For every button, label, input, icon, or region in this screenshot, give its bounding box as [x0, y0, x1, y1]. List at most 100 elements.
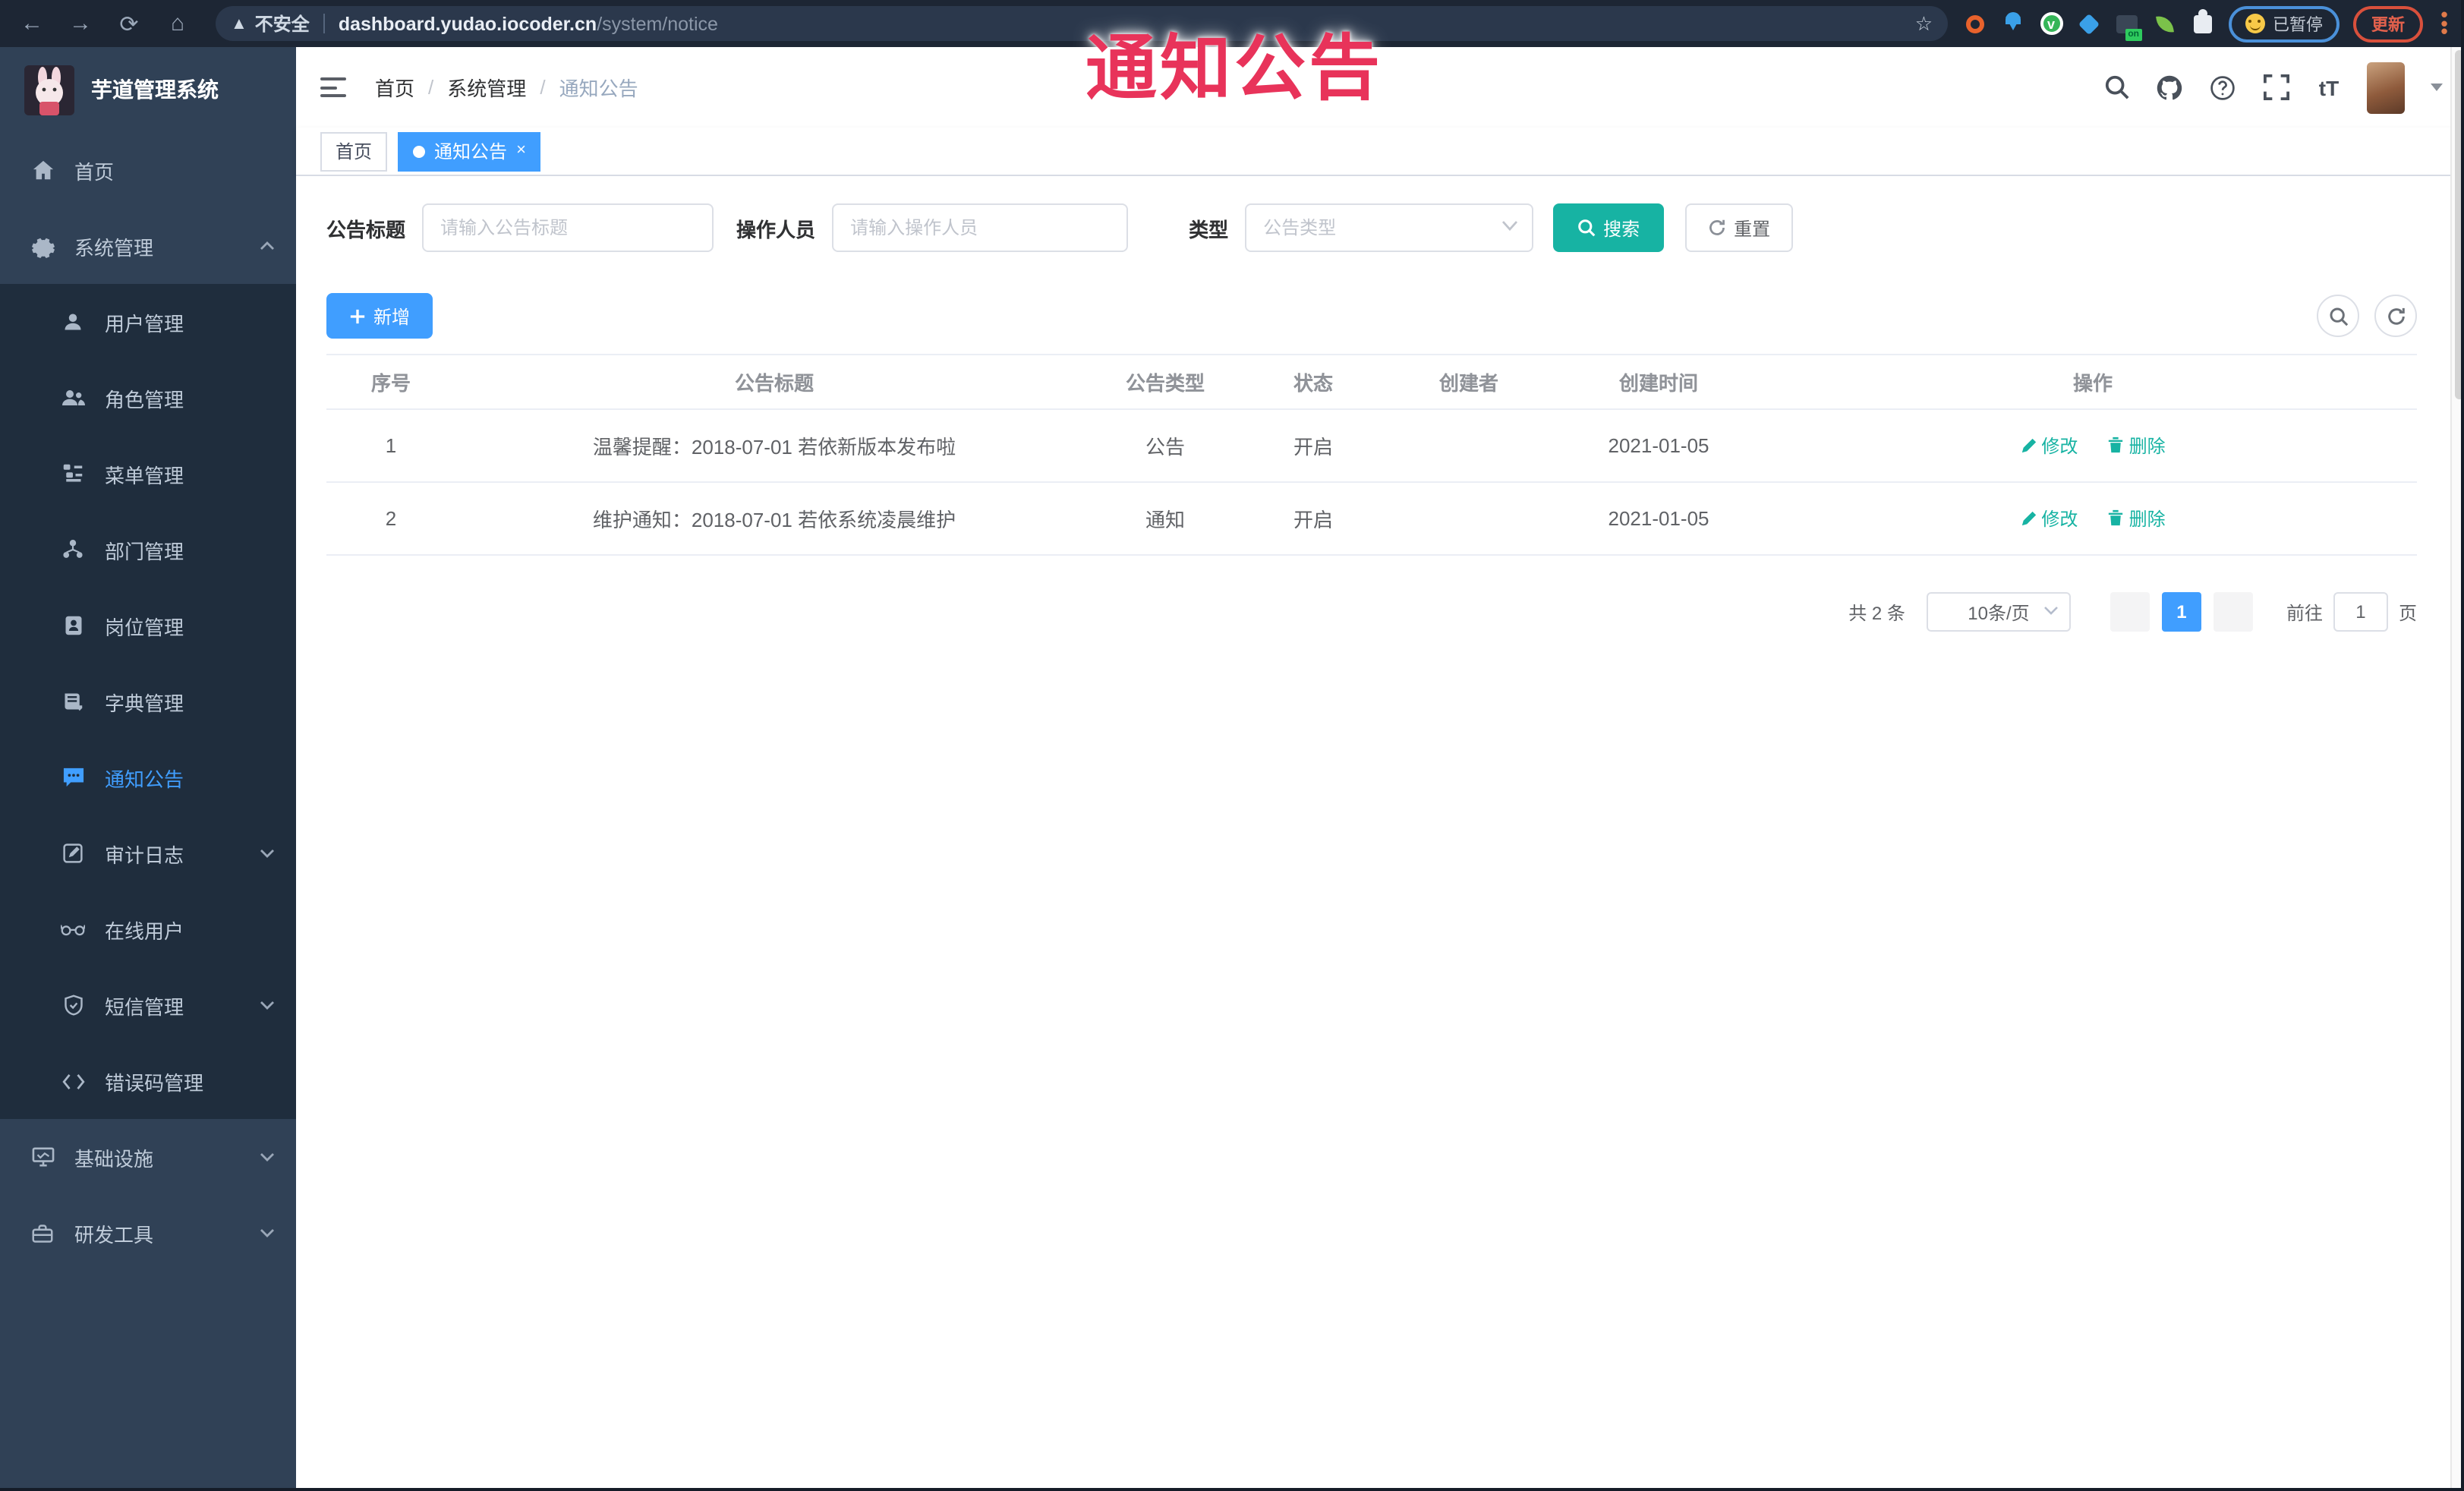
table-header-row: 序号 公告标题 公告类型 状态 创建者 创建时间 操作 — [326, 354, 2417, 410]
operator-input[interactable] — [832, 203, 1129, 252]
sidebar-item-label: 在线用户 — [105, 919, 184, 942]
pencil-icon — [2021, 512, 2036, 526]
chevron-down-icon — [260, 1228, 275, 1237]
cell-type: 公告 — [1145, 436, 1185, 459]
total-count: 共 2 条 — [1848, 602, 1905, 623]
sidebar-item-dev-tools[interactable]: 研发工具 — [0, 1195, 296, 1271]
search-icon[interactable] — [2101, 72, 2132, 102]
table-toolbar: 新增 — [326, 293, 2417, 339]
not-secure-label: 不安全 — [254, 14, 310, 35]
avatar[interactable] — [2367, 61, 2405, 113]
tab-label: 首页 — [336, 141, 373, 162]
col-header-seq: 序号 — [370, 372, 411, 395]
extension-switch-icon[interactable]: on — [2115, 11, 2142, 40]
notice-title-input[interactable] — [422, 203, 714, 252]
extension-gem-icon[interactable] — [2077, 11, 2101, 36]
add-button[interactable]: 新增 — [326, 293, 433, 339]
notice-title-label: 公告标题 — [326, 218, 406, 241]
current-page-button[interactable]: 1 — [2161, 592, 2201, 632]
delete-link[interactable]: 删除 — [2108, 433, 2166, 459]
reset-button[interactable]: 重置 — [1685, 203, 1794, 252]
sidebar-item-dict[interactable]: 字典管理 — [0, 664, 296, 739]
avatar-caret-icon[interactable] — [2431, 84, 2443, 91]
extension-pin-icon[interactable] — [2001, 11, 2025, 36]
sidebar-item-system[interactable]: 系统管理 — [0, 208, 296, 284]
cell-actions: 修改 删除 — [1769, 433, 2417, 459]
tree-list-icon — [61, 462, 85, 486]
update-button[interactable]: 更新 — [2353, 5, 2423, 42]
sidebar-item-users[interactable]: 用户管理 — [0, 284, 296, 360]
trash-icon — [2109, 437, 2123, 453]
sidebar-item-roles[interactable]: 角色管理 — [0, 360, 296, 436]
col-header-creator: 创建者 — [1438, 372, 1498, 395]
sidebar-item-infrastructure[interactable]: 基础设施 — [0, 1119, 296, 1195]
toggle-search-button[interactable] — [2317, 295, 2359, 337]
main-area: 首页 / 系统管理 / 通知公告 tT 首页 通知公告 × 公告标题 请输入公告… — [296, 47, 2464, 1491]
refresh-icon — [1709, 219, 1725, 235]
tab-notice[interactable]: 通知公告 × — [398, 131, 541, 171]
chevron-down-icon — [260, 1001, 275, 1010]
extensions-puzzle-icon[interactable] — [2191, 8, 2215, 36]
cell-seq: 2 — [385, 507, 397, 530]
scrollbar-thumb[interactable] — [2454, 50, 2463, 399]
breadcrumb-system[interactable]: 系统管理 — [447, 73, 526, 102]
operator-label: 操作人员 — [736, 218, 816, 241]
shield-check-icon — [61, 993, 85, 1017]
edit-link[interactable]: 修改 — [2020, 506, 2078, 532]
cell-actions: 修改 删除 — [1769, 506, 2417, 532]
extension-leaf-icon[interactable] — [2153, 11, 2177, 36]
type-select-input[interactable] — [1245, 203, 1534, 252]
page-jumper: 前往 页 — [2286, 592, 2417, 632]
tab-close-icon[interactable]: × — [516, 142, 526, 159]
home-icon[interactable]: ⌂ — [158, 4, 197, 43]
help-icon[interactable] — [2207, 72, 2238, 102]
extensions-row: v on 已暂停 更新 • • • — [1963, 5, 2452, 42]
scrollbar-track[interactable] — [2450, 47, 2464, 1491]
sidebar-item-departments[interactable]: 部门管理 — [0, 512, 296, 588]
type-label: 类型 — [1189, 218, 1229, 241]
fullscreen-icon[interactable] — [2261, 72, 2291, 102]
sidebar-item-audit-log[interactable]: 审计日志 — [0, 815, 296, 891]
github-icon[interactable] — [2154, 72, 2185, 102]
tags-view-bar: 首页 通知公告 × — [296, 128, 2464, 176]
browser-menu-icon[interactable]: • • • — [2437, 5, 2452, 42]
breadcrumb-home[interactable]: 首页 — [375, 73, 414, 102]
bookmark-star-icon[interactable]: ☆ — [1915, 11, 1933, 36]
sidebar-item-label: 角色管理 — [105, 388, 184, 411]
back-icon[interactable]: ← — [12, 4, 52, 43]
notice-table: 序号 公告标题 公告类型 状态 创建者 创建时间 操作 1 温馨提醒：2018-… — [326, 354, 2417, 556]
hamburger-icon[interactable] — [320, 77, 348, 97]
user-icon — [61, 310, 85, 334]
extension-orange-icon[interactable] — [1963, 11, 1987, 36]
forward-icon[interactable]: → — [61, 4, 100, 43]
sidebar-item-menus[interactable]: 菜单管理 — [0, 436, 296, 512]
edit-link[interactable]: 修改 — [2020, 433, 2078, 459]
sidebar-item-home[interactable]: 首页 — [0, 132, 296, 208]
code-icon — [61, 1069, 85, 1093]
reload-icon[interactable]: ⟳ — [109, 4, 149, 43]
page-unit-label: 页 — [2398, 602, 2417, 623]
col-header-status: 状态 — [1293, 372, 1333, 395]
sidebar-item-notice[interactable]: 通知公告 — [0, 739, 296, 815]
app-title: 芋道管理系统 — [91, 77, 219, 102]
page-size-select[interactable]: 10条/页 — [1926, 592, 2071, 632]
font-size-icon[interactable]: tT — [2314, 72, 2344, 102]
profile-paused-chip[interactable]: 已暂停 — [2229, 5, 2340, 42]
url-bar[interactable]: ▲ 不安全 dashboard.yudao.iocoder.cn /system… — [216, 6, 1948, 41]
refresh-table-button[interactable] — [2374, 295, 2417, 337]
prev-page-button[interactable] — [2110, 592, 2150, 632]
logo[interactable]: 芋道管理系统 — [0, 47, 296, 132]
sidebar-item-posts[interactable]: 岗位管理 — [0, 588, 296, 664]
sidebar-item-error-codes[interactable]: 错误码管理 — [0, 1043, 296, 1119]
sidebar-item-sms[interactable]: 短信管理 — [0, 967, 296, 1043]
table-body: 1 温馨提醒：2018-07-01 若依新版本发布啦 公告 开启 2021-01… — [326, 410, 2417, 556]
goto-page-input[interactable] — [2333, 592, 2388, 632]
users-icon — [61, 386, 85, 410]
tab-home[interactable]: 首页 — [320, 131, 388, 171]
extension-green-icon[interactable]: v — [2039, 11, 2063, 36]
sidebar-item-online-users[interactable]: 在线用户 — [0, 891, 296, 967]
type-select[interactable] — [1245, 203, 1534, 252]
next-page-button[interactable] — [2213, 592, 2253, 632]
delete-link[interactable]: 删除 — [2108, 506, 2166, 531]
search-button[interactable]: 搜索 — [1553, 203, 1665, 252]
